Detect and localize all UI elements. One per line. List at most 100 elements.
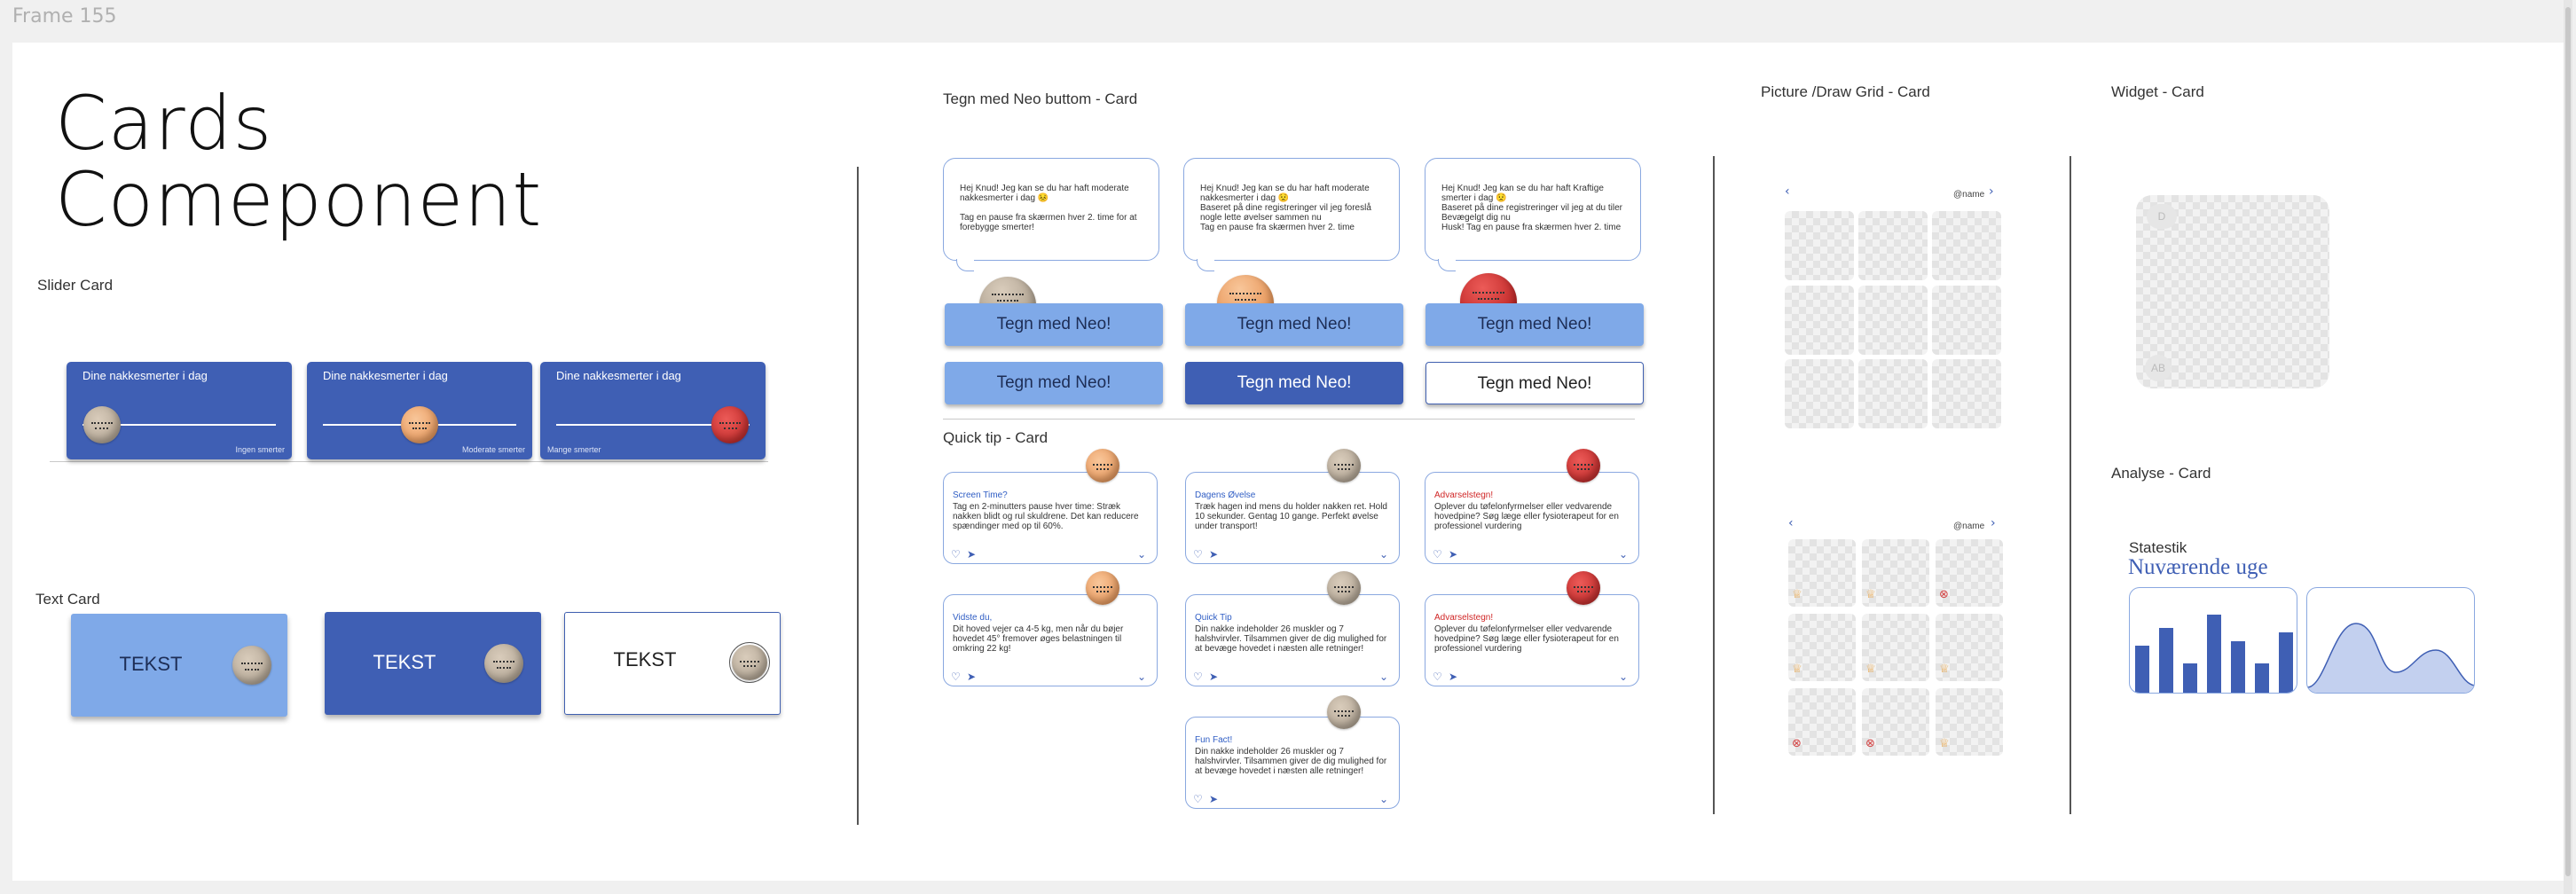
page-title-line2: Comeponent bbox=[55, 156, 543, 243]
tip-title: Quick Tip bbox=[1195, 613, 1232, 623]
chevron-left-icon[interactable]: ‹ bbox=[1788, 516, 1794, 530]
section-label-grid: Picture /Draw Grid - Card bbox=[1761, 83, 1930, 100]
tegn-med-neo-button[interactable]: Tegn med Neo! bbox=[945, 362, 1163, 404]
bar-6 bbox=[2255, 663, 2269, 693]
text-card[interactable]: TEKST bbox=[71, 614, 287, 717]
bar-2 bbox=[2159, 628, 2173, 693]
grid-username: @name bbox=[1953, 522, 1985, 531]
heart-icon[interactable]: ♡ bbox=[951, 549, 961, 560]
tegn-med-neo-button[interactable]: Tegn med Neo! bbox=[945, 303, 1163, 346]
text-card-label: TEKST bbox=[119, 653, 183, 675]
heart-icon[interactable]: ♡ bbox=[951, 671, 961, 682]
neo-face-icon bbox=[484, 644, 523, 683]
neo-face-icon[interactable] bbox=[82, 406, 121, 443]
grid-cell[interactable] bbox=[1858, 359, 1928, 428]
speech-bubble-text: Hej Knud! Jeg kan se du har haft Kraftig… bbox=[1441, 184, 1622, 232]
tip-body: Oplever du tøfelonfyrmelser eller vedvar… bbox=[1434, 502, 1619, 531]
grid-cell[interactable] bbox=[1858, 211, 1928, 280]
send-icon[interactable]: ➤ bbox=[967, 549, 976, 560]
tip-card[interactable]: Dagens Øvelse Træk hagen ind mens du hol… bbox=[1185, 472, 1400, 564]
section-label-tip: Quick tip - Card bbox=[943, 429, 1048, 446]
text-card[interactable]: TEKST bbox=[564, 612, 781, 715]
text-card[interactable]: TEKST bbox=[325, 612, 541, 715]
tegn-med-neo-button[interactable]: Tegn med Neo! bbox=[1185, 303, 1403, 346]
grid-cell[interactable] bbox=[1785, 211, 1854, 280]
neo-face-icon[interactable] bbox=[711, 406, 750, 443]
chevron-down-icon[interactable]: ⌄ bbox=[1619, 671, 1628, 682]
widget-card[interactable]: D AB bbox=[2136, 195, 2329, 388]
tegn-med-neo-button[interactable]: Tegn med Neo! bbox=[1185, 362, 1403, 404]
divider bbox=[943, 419, 1635, 420]
tip-card[interactable]: Advarselstegn! Oplever du tøfelonfyrmels… bbox=[1425, 472, 1639, 564]
tegn-med-neo-button[interactable]: Tegn med Neo! bbox=[1425, 303, 1644, 346]
slider-card[interactable]: Dine nakkesmerter i dag Mange smerter bbox=[540, 362, 766, 459]
trophy-icon: ♕ bbox=[1939, 737, 1950, 750]
send-icon[interactable]: ➤ bbox=[1209, 671, 1218, 682]
heart-icon[interactable]: ♡ bbox=[1193, 671, 1203, 682]
grid-cell[interactable] bbox=[1785, 359, 1854, 428]
tip-card[interactable]: Screen Time? Tag en 2-minutters pause hv… bbox=[943, 472, 1158, 564]
neo-face-icon bbox=[1327, 695, 1361, 729]
slider-card-title: Dine nakkesmerter i dag bbox=[323, 369, 448, 382]
chevron-down-icon[interactable]: ⌄ bbox=[1619, 549, 1628, 560]
tip-body: Tag en 2-minutters pause hver time: Stræ… bbox=[953, 502, 1139, 531]
slider-card[interactable]: Dine nakkesmerter i dag Moderate smerter bbox=[307, 362, 532, 459]
section-label-slider: Slider Card bbox=[37, 277, 114, 294]
send-icon[interactable]: ➤ bbox=[1209, 794, 1218, 804]
slider-card-label: Mange smerter bbox=[547, 445, 601, 454]
area-chart bbox=[2307, 623, 2474, 693]
neo-face-icon bbox=[729, 642, 770, 683]
grid-cell[interactable] bbox=[1785, 286, 1854, 355]
chevron-down-icon[interactable]: ⌄ bbox=[1379, 671, 1388, 682]
tip-card[interactable]: Vidste du, Dit hoved vejer ca 4-5 kg, me… bbox=[943, 594, 1158, 686]
chevron-down-icon[interactable]: ⌄ bbox=[1137, 549, 1146, 560]
send-icon[interactable]: ➤ bbox=[1449, 549, 1457, 560]
chevron-left-icon[interactable]: ‹ bbox=[1785, 184, 1790, 199]
send-icon[interactable]: ➤ bbox=[1209, 549, 1218, 560]
grid-cell[interactable] bbox=[1858, 286, 1928, 355]
text-card-label: TEKST bbox=[613, 648, 677, 670]
tip-body: Oplever du tøfelonfyrmelser eller vedvar… bbox=[1434, 624, 1619, 654]
heart-icon[interactable]: ♡ bbox=[1193, 794, 1203, 804]
tip-card[interactable]: Fun Fact! Din nakke indeholder 26 muskle… bbox=[1185, 717, 1400, 809]
slider-card[interactable]: Dine nakkesmerter i dag Ingen smerter bbox=[67, 362, 292, 459]
chevron-right-icon[interactable]: › bbox=[1989, 184, 1994, 199]
area-chart-card[interactable] bbox=[2306, 587, 2475, 694]
chevron-right-icon[interactable]: › bbox=[1991, 516, 1996, 530]
scrollbar-thumb[interactable] bbox=[2565, 7, 2571, 876]
bar-chart-card[interactable] bbox=[2129, 587, 2297, 694]
send-icon[interactable]: ➤ bbox=[967, 671, 976, 682]
divider bbox=[50, 461, 768, 462]
chevron-down-icon[interactable]: ⌄ bbox=[1137, 671, 1146, 682]
tip-title: Screen Time? bbox=[953, 490, 1008, 500]
divider bbox=[2069, 156, 2071, 814]
grid-cell[interactable] bbox=[1932, 286, 2001, 355]
error-icon: ⊗ bbox=[1939, 588, 1949, 601]
grid-cell[interactable] bbox=[1932, 211, 2001, 280]
bar-1 bbox=[2135, 646, 2149, 693]
neo-face-icon bbox=[1327, 571, 1361, 605]
grid-username: @name bbox=[1953, 190, 1985, 200]
section-label-analyse: Analyse - Card bbox=[2111, 465, 2211, 482]
grid-cell[interactable] bbox=[1932, 359, 2001, 428]
trophy-icon: ♕ bbox=[1865, 588, 1876, 601]
trophy-icon: ♕ bbox=[1792, 588, 1802, 601]
neo-face-icon[interactable] bbox=[401, 406, 438, 443]
heart-icon[interactable]: ♡ bbox=[1193, 549, 1203, 560]
slider-card-title: Dine nakkesmerter i dag bbox=[82, 369, 208, 382]
tip-card[interactable]: Quick Tip Din nakke indeholder 26 muskle… bbox=[1185, 594, 1400, 686]
trophy-icon: ♕ bbox=[1939, 663, 1950, 676]
tip-card[interactable]: Advarselstegn! Oplever du tøfelonfyrmels… bbox=[1425, 594, 1639, 686]
send-icon[interactable]: ➤ bbox=[1449, 671, 1457, 682]
analyse-title: Nuværende uge bbox=[2128, 555, 2268, 579]
heart-icon[interactable]: ♡ bbox=[1433, 549, 1442, 560]
tegn-med-neo-button[interactable]: Tegn med Neo! bbox=[1425, 362, 1644, 404]
neo-face-icon bbox=[1086, 449, 1119, 482]
heart-icon[interactable]: ♡ bbox=[1433, 671, 1442, 682]
chevron-down-icon[interactable]: ⌄ bbox=[1379, 549, 1388, 560]
section-label-text: Text Card bbox=[35, 591, 100, 608]
chevron-down-icon[interactable]: ⌄ bbox=[1379, 794, 1388, 804]
divider bbox=[1713, 156, 1715, 814]
speech-bubble: Hej Knud! Jeg kan se du har haft moderat… bbox=[1183, 158, 1400, 271]
tip-body: Din nakke indeholder 26 muskler og 7 hal… bbox=[1195, 747, 1387, 776]
